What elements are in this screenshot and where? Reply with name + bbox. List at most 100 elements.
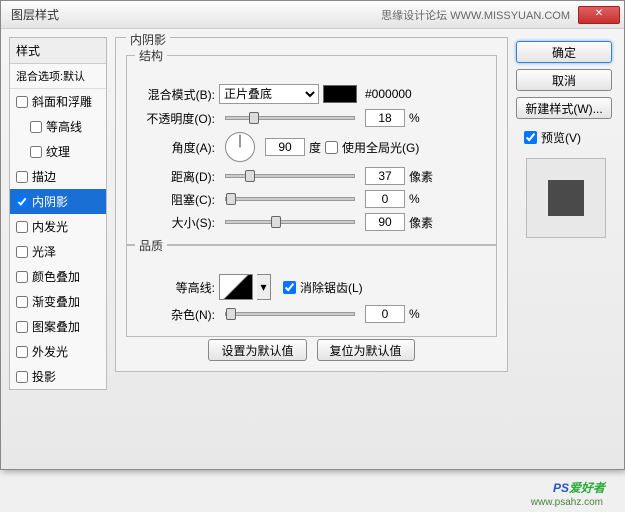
set-default-button[interactable]: 设置为默认值 [208, 339, 306, 361]
content-area: 样式 混合选项:默认 斜面和浮雕等高线纹理描边内阴影内发光光泽颜色叠加渐变叠加图… [1, 29, 624, 469]
preview-swatch [548, 180, 584, 216]
style-label: 等高线 [46, 118, 82, 135]
reset-default-button[interactable]: 复位为默认值 [317, 339, 415, 361]
style-item-3[interactable]: 描边 [10, 164, 106, 189]
styles-header: 样式 [10, 38, 106, 64]
style-label: 图案叠加 [32, 318, 80, 335]
style-item-7[interactable]: 颜色叠加 [10, 264, 106, 289]
choke-unit: % [409, 192, 420, 206]
color-swatch[interactable] [323, 85, 357, 103]
style-checkbox[interactable] [16, 221, 28, 233]
style-checkbox[interactable] [30, 121, 42, 133]
size-input[interactable] [365, 213, 405, 231]
watermark-url: www.psahz.com [531, 497, 603, 508]
ok-button[interactable]: 确定 [516, 41, 612, 63]
preview-row: 预览(V) [516, 129, 616, 146]
choke-slider[interactable] [225, 197, 355, 201]
antialias-checkbox[interactable] [283, 281, 296, 294]
preview-box [526, 158, 606, 238]
noise-label: 杂色(N): [135, 306, 215, 323]
close-button[interactable]: ✕ [578, 6, 620, 24]
opacity-slider[interactable] [225, 116, 355, 120]
preview-label: 预览(V) [541, 129, 581, 146]
window-title: 图层样式 [11, 6, 381, 23]
antialias-label: 消除锯齿(L) [300, 279, 363, 296]
size-label: 大小(S): [135, 214, 215, 231]
style-item-2[interactable]: 纹理 [10, 139, 106, 164]
style-checkbox[interactable] [16, 196, 28, 208]
quality-fieldset: 品质 等高线: ▾ 消除锯齿(L) 杂色(N): % [126, 245, 497, 337]
opacity-input[interactable] [365, 109, 405, 127]
titlebar: 图层样式 思缘设计论坛 WWW.MISSYUAN.COM ✕ [1, 1, 624, 29]
noise-input[interactable] [365, 305, 405, 323]
style-item-0[interactable]: 斜面和浮雕 [10, 89, 106, 114]
angle-dial[interactable] [225, 132, 255, 162]
global-light-label: 使用全局光(G) [342, 139, 419, 156]
blend-mode-select[interactable]: 正片叠底 [219, 84, 319, 104]
choke-input[interactable] [365, 190, 405, 208]
style-label: 纹理 [46, 143, 70, 160]
global-light-checkbox[interactable] [325, 141, 338, 154]
choke-label: 阻塞(C): [135, 191, 215, 208]
style-label: 斜面和浮雕 [32, 93, 92, 110]
forum-text: 思缘设计论坛 WWW.MISSYUAN.COM [381, 7, 570, 23]
structure-fieldset: 结构 混合模式(B): 正片叠底 #000000 不透明度(O): % [126, 55, 497, 245]
size-slider[interactable] [225, 220, 355, 224]
blend-options-default[interactable]: 混合选项:默认 [10, 64, 106, 89]
color-hex: #000000 [365, 87, 412, 101]
style-label: 内阴影 [32, 193, 68, 210]
distance-slider[interactable] [225, 174, 355, 178]
defaults-buttons: 设置为默认值 复位为默认值 [126, 339, 497, 361]
angle-label: 角度(A): [135, 139, 215, 156]
style-item-5[interactable]: 内发光 [10, 214, 106, 239]
style-label: 外发光 [32, 343, 68, 360]
style-item-1[interactable]: 等高线 [10, 114, 106, 139]
angle-input[interactable] [265, 138, 305, 156]
contour-picker[interactable] [219, 274, 253, 300]
noise-unit: % [409, 307, 420, 321]
size-unit: 像素 [409, 214, 433, 231]
style-checkbox[interactable] [16, 371, 28, 383]
new-style-button[interactable]: 新建样式(W)... [516, 97, 612, 119]
style-checkbox[interactable] [16, 171, 28, 183]
style-item-4[interactable]: 内阴影 [10, 189, 106, 214]
style-label: 投影 [32, 368, 56, 385]
style-checkbox[interactable] [16, 346, 28, 358]
layer-style-dialog: 图层样式 思缘设计论坛 WWW.MISSYUAN.COM ✕ 样式 混合选项:默… [0, 0, 625, 470]
style-label: 光泽 [32, 243, 56, 260]
style-checkbox[interactable] [16, 271, 28, 283]
panel-title: 内阴影 [126, 31, 170, 48]
style-item-8[interactable]: 渐变叠加 [10, 289, 106, 314]
distance-label: 距离(D): [135, 168, 215, 185]
style-item-11[interactable]: 投影 [10, 364, 106, 389]
angle-unit: 度 [309, 139, 321, 156]
noise-slider[interactable] [225, 312, 355, 316]
opacity-unit: % [409, 111, 420, 125]
right-buttons-column: 确定 取消 新建样式(W)... 预览(V) [516, 37, 616, 461]
style-checkbox[interactable] [16, 321, 28, 333]
settings-column: 内阴影 结构 混合模式(B): 正片叠底 #000000 不透明度(O): % [115, 37, 508, 461]
distance-input[interactable] [365, 167, 405, 185]
style-label: 渐变叠加 [32, 293, 80, 310]
styles-group: 样式 混合选项:默认 斜面和浮雕等高线纹理描边内阴影内发光光泽颜色叠加渐变叠加图… [9, 37, 107, 390]
style-label: 颜色叠加 [32, 268, 80, 285]
opacity-label: 不透明度(O): [135, 110, 215, 127]
preview-checkbox[interactable] [524, 131, 537, 144]
styles-list-column: 样式 混合选项:默认 斜面和浮雕等高线纹理描边内阴影内发光光泽颜色叠加渐变叠加图… [9, 37, 107, 461]
style-checkbox[interactable] [16, 246, 28, 258]
structure-title: 结构 [135, 47, 167, 64]
style-item-6[interactable]: 光泽 [10, 239, 106, 264]
style-item-10[interactable]: 外发光 [10, 339, 106, 364]
quality-title: 品质 [135, 237, 167, 254]
distance-unit: 像素 [409, 168, 433, 185]
style-label: 内发光 [32, 218, 68, 235]
style-label: 描边 [32, 168, 56, 185]
style-item-9[interactable]: 图案叠加 [10, 314, 106, 339]
style-checkbox[interactable] [30, 146, 42, 158]
inner-shadow-panel: 内阴影 结构 混合模式(B): 正片叠底 #000000 不透明度(O): % [115, 37, 508, 372]
style-checkbox[interactable] [16, 96, 28, 108]
contour-dropdown-icon[interactable]: ▾ [257, 274, 271, 300]
cancel-button[interactable]: 取消 [516, 69, 612, 91]
style-checkbox[interactable] [16, 296, 28, 308]
contour-label: 等高线: [135, 279, 215, 296]
